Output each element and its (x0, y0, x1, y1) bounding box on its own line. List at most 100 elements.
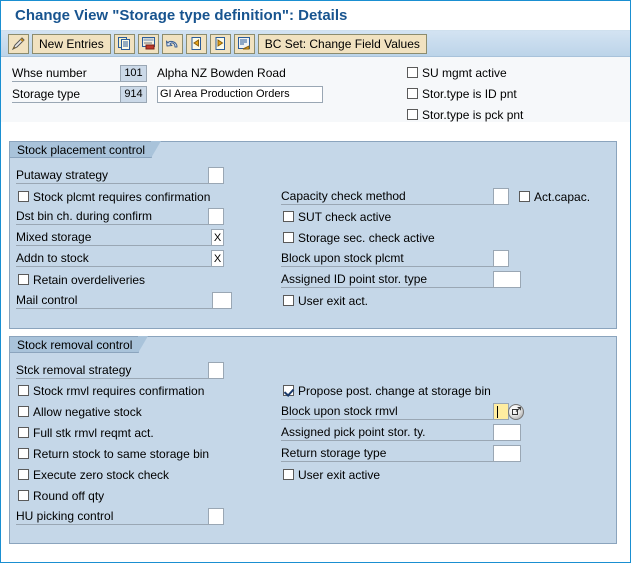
execute-zero-stock-check-label: Execute zero stock check (33, 467, 170, 482)
whse-number-field[interactable]: 101 (120, 64, 147, 82)
su-mgmt-active-checkbox[interactable] (407, 67, 418, 78)
return-storage-type-row: Return storage type (281, 445, 521, 462)
hu-picking-control-row: HU picking control (16, 508, 224, 525)
storage-type-label: Storage type (12, 86, 120, 103)
mail-control-field[interactable] (212, 292, 232, 309)
block-upon-stock-rmvl-label: Block upon stock rmvl (281, 403, 493, 420)
return-storage-type-label: Return storage type (281, 445, 493, 462)
propose-post-change-at-storage-bin-checkbox[interactable] (283, 385, 294, 396)
round-off-qty-label: Round off qty (33, 488, 105, 503)
change-display-icon[interactable] (8, 33, 29, 54)
propose-post-change-at-storage-bin-row[interactable]: Propose post. change at storage bin (283, 382, 491, 399)
header-fields: Whse number 101 Alpha NZ Bowden Road Sto… (1, 57, 630, 122)
storage-type-row: Storage type 914 GI Area Production Orde… (12, 85, 323, 103)
toolbar: New Entries BC Set: Change Field Values (1, 31, 630, 57)
stock-plcmt-requires-confirmation-checkbox[interactable] (18, 191, 29, 202)
allow-negative-stock-label: Allow negative stock (33, 404, 142, 419)
full-stk-rmvl-reqmt-act-row[interactable]: Full stk rmvl reqmt act. (18, 424, 154, 441)
stock-rmvl-requires-confirmation-label: Stock rmvl requires confirmation (33, 383, 205, 398)
stor-type-is-pck-pnt-checkbox-row[interactable]: Stor.type is pck pnt (407, 106, 523, 123)
storage-sec-check-active-row[interactable]: Storage sec. check active (283, 229, 435, 246)
stock-rmvl-requires-confirmation-row[interactable]: Stock rmvl requires confirmation (18, 382, 204, 399)
putaway-strategy-field[interactable] (208, 167, 224, 184)
whse-number-row: Whse number 101 Alpha NZ Bowden Road (12, 64, 286, 82)
stor-type-is-pck-pnt-label: Stor.type is pck pnt (422, 107, 524, 122)
dst-bin-ch-during-confirm-row: Dst bin ch. during confirm (16, 208, 224, 225)
stck-removal-strategy-label: Stck removal strategy (16, 362, 208, 379)
retain-overdeliveries-checkbox[interactable] (18, 274, 29, 285)
variable-list-icon[interactable] (233, 33, 255, 54)
stock-removal-control-title: Stock removal control (17, 337, 133, 352)
title-bar: Change View "Storage type definition": D… (1, 1, 630, 31)
addn-to-stock-field[interactable]: X (211, 250, 224, 267)
round-off-qty-row[interactable]: Round off qty (18, 487, 104, 504)
hu-picking-control-field[interactable] (208, 508, 224, 525)
retain-overdeliveries-row[interactable]: Retain overdeliveries (18, 271, 145, 288)
copy-icon[interactable] (113, 33, 135, 54)
stock-rmvl-requires-confirmation-checkbox[interactable] (18, 385, 29, 396)
user-exit-act-checkbox[interactable] (283, 295, 294, 306)
stor-type-is-id-pnt-checkbox-row[interactable]: Stor.type is ID pnt (407, 85, 517, 102)
stock-plcmt-requires-confirmation-row[interactable]: Stock plcmt requires confirmation (18, 188, 210, 205)
stor-type-is-id-pnt-checkbox[interactable] (407, 88, 418, 99)
whse-description: Alpha NZ Bowden Road (157, 66, 286, 80)
stor-type-is-id-pnt-label: Stor.type is ID pnt (422, 86, 517, 101)
search-help-icon[interactable] (508, 403, 524, 420)
round-off-qty-checkbox[interactable] (18, 490, 29, 501)
dst-bin-ch-during-confirm-field[interactable] (208, 208, 224, 225)
assigned-pick-point-stor-ty-row: Assigned pick point stor. ty. (281, 424, 521, 441)
return-storage-type-field[interactable] (493, 445, 521, 462)
stock-removal-control-tab: Stock removal control (9, 336, 149, 353)
assigned-id-point-stor-type-label: Assigned ID point stor. type (281, 271, 493, 288)
full-stk-rmvl-reqmt-act-checkbox[interactable] (18, 427, 29, 438)
sut-check-active-row[interactable]: SUT check active (283, 208, 391, 225)
mail-control-label: Mail control (16, 292, 212, 309)
stck-removal-strategy-field[interactable] (208, 362, 224, 379)
assigned-pick-point-stor-ty-field[interactable] (493, 424, 521, 441)
dst-bin-ch-during-confirm-label: Dst bin ch. during confirm (16, 208, 208, 225)
delete-icon[interactable] (137, 33, 159, 54)
execute-zero-stock-check-checkbox[interactable] (18, 469, 29, 480)
user-exit-act-label: User exit act. (298, 293, 369, 308)
block-upon-stock-plcmt-label: Block upon stock plcmt (281, 250, 493, 267)
mixed-storage-field[interactable]: X (211, 229, 224, 246)
block-upon-stock-rmvl-field[interactable] (493, 403, 509, 420)
stck-removal-strategy-row: Stck removal strategy (16, 362, 224, 379)
storage-type-field[interactable]: 914 (120, 85, 147, 103)
stock-plcmt-requires-confirmation-label: Stock plcmt requires confirmation (33, 189, 211, 204)
execute-zero-stock-check-row[interactable]: Execute zero stock check (18, 466, 169, 483)
storage-type-description-field[interactable]: GI Area Production Orders (157, 85, 323, 103)
user-exit-active-label: User exit active (298, 467, 381, 482)
hu-picking-control-label: HU picking control (16, 508, 208, 525)
user-exit-act-row[interactable]: User exit act. (283, 292, 368, 309)
assigned-pick-point-stor-ty-label: Assigned pick point stor. ty. (281, 424, 493, 441)
act-capac-checkbox[interactable] (519, 191, 530, 202)
previous-entry-icon[interactable] (185, 33, 207, 54)
assigned-id-point-stor-type-field[interactable] (493, 271, 521, 288)
allow-negative-stock-checkbox[interactable] (18, 406, 29, 417)
su-mgmt-active-label: SU mgmt active (422, 65, 507, 80)
allow-negative-stock-row[interactable]: Allow negative stock (18, 403, 142, 420)
new-entries-button[interactable]: New Entries (32, 33, 111, 54)
next-entry-icon[interactable] (209, 33, 231, 54)
user-exit-active-row[interactable]: User exit active (283, 466, 380, 483)
stor-type-is-pck-pnt-checkbox[interactable] (407, 109, 418, 120)
putaway-strategy-row: Putaway strategy (16, 167, 224, 184)
addn-to-stock-label: Addn to stock (16, 250, 211, 267)
user-exit-active-checkbox[interactable] (283, 469, 294, 480)
block-upon-stock-plcmt-row: Block upon stock plcmt (281, 250, 509, 267)
act-capac-label: Act.capac. (534, 189, 591, 204)
bc-set-change-field-values-button[interactable]: BC Set: Change Field Values (257, 33, 427, 54)
mail-control-row: Mail control (16, 292, 232, 309)
block-upon-stock-plcmt-field[interactable] (493, 250, 509, 267)
sut-check-active-checkbox[interactable] (283, 211, 294, 222)
capacity-check-method-row: Capacity check method Act.capac. (281, 188, 590, 205)
propose-post-change-at-storage-bin-label: Propose post. change at storage bin (298, 383, 491, 398)
storage-sec-check-active-checkbox[interactable] (283, 232, 294, 243)
su-mgmt-active-checkbox-row[interactable]: SU mgmt active (407, 64, 507, 81)
return-stock-to-same-storage-bin-checkbox[interactable] (18, 448, 29, 459)
undo-icon[interactable] (161, 33, 183, 54)
capacity-check-method-field[interactable] (493, 188, 509, 205)
return-stock-to-same-storage-bin-row[interactable]: Return stock to same storage bin (18, 445, 209, 462)
retain-overdeliveries-label: Retain overdeliveries (33, 272, 146, 287)
